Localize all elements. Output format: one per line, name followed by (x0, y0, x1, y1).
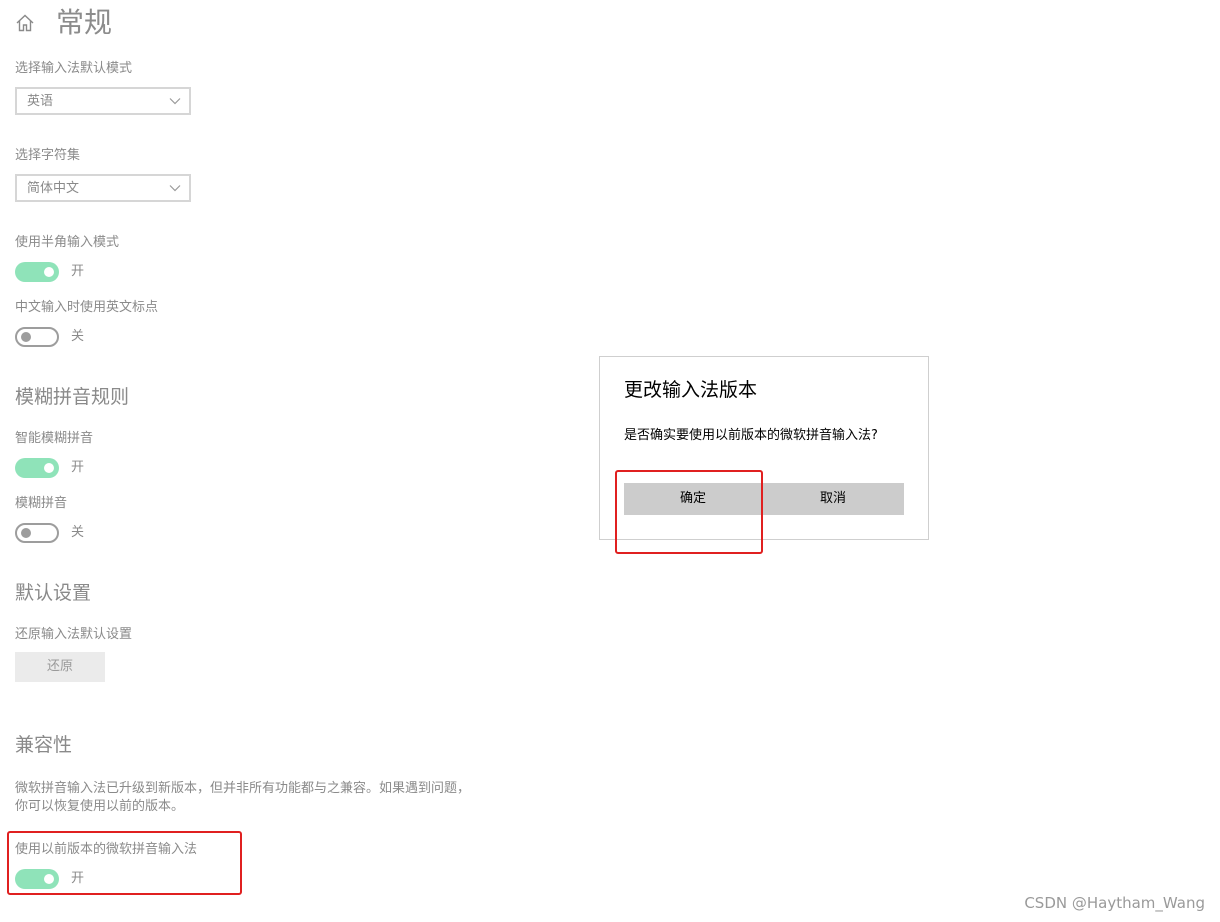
fuzzy-label: 模糊拼音 (15, 496, 68, 511)
smart-fuzzy-state: 开 (71, 460, 85, 475)
dialog-title: 更改输入法版本 (624, 379, 758, 401)
highlight-box (615, 470, 763, 554)
en-punct-toggle[interactable] (15, 327, 59, 347)
default-mode-select[interactable]: 英语 (15, 87, 191, 115)
prev-version-state: 开 (71, 871, 85, 886)
charset-select[interactable]: 简体中文 (15, 174, 191, 202)
chevron-down-icon (169, 98, 181, 105)
smart-fuzzy-label: 智能模糊拼音 (15, 431, 94, 446)
toggle-knob (44, 463, 54, 473)
half-width-label: 使用半角输入模式 (15, 235, 120, 250)
prev-version-label: 使用以前版本的微软拼音输入法 (15, 842, 198, 857)
fuzzy-toggle[interactable] (15, 523, 59, 543)
fuzzy-section-title: 模糊拼音规则 (15, 386, 130, 408)
compat-section-title: 兼容性 (15, 734, 73, 756)
restore-label: 还原输入法默认设置 (15, 627, 133, 642)
page-title: 常规 (56, 6, 113, 39)
en-punct-label: 中文输入时使用英文标点 (15, 300, 159, 315)
default-mode-label: 选择输入法默认模式 (15, 61, 133, 76)
cancel-button[interactable]: 取消 (762, 483, 904, 515)
smart-fuzzy-toggle[interactable] (15, 458, 59, 478)
default-mode-value: 英语 (27, 94, 54, 109)
toggle-knob (44, 874, 54, 884)
en-punct-state: 关 (71, 329, 85, 344)
toggle-knob (21, 528, 31, 538)
settings-page: 常规 选择输入法默认模式 英语 选择字符集 简体中文 使用半角输入模式 开 中文… (0, 0, 1220, 922)
restore-button[interactable]: 还原 (15, 652, 105, 682)
prev-version-toggle[interactable] (15, 869, 59, 889)
half-width-toggle[interactable] (15, 262, 59, 282)
fuzzy-state: 关 (71, 525, 85, 540)
watermark: CSDN @Haytham_Wang (1024, 894, 1205, 912)
chevron-down-icon (169, 185, 181, 192)
defaults-section-title: 默认设置 (15, 582, 92, 604)
home-icon[interactable] (14, 12, 36, 34)
compat-description: 微软拼音输入法已升级到新版本，但并非所有功能都与之兼容。如果遇到问题，你可以恢复… (15, 781, 471, 814)
charset-label: 选择字符集 (15, 148, 81, 163)
charset-value: 简体中文 (27, 181, 80, 196)
toggle-knob (44, 267, 54, 277)
toggle-knob (21, 332, 31, 342)
half-width-state: 开 (71, 264, 85, 279)
dialog-message: 是否确实要使用以前版本的微软拼音输入法? (624, 428, 878, 443)
